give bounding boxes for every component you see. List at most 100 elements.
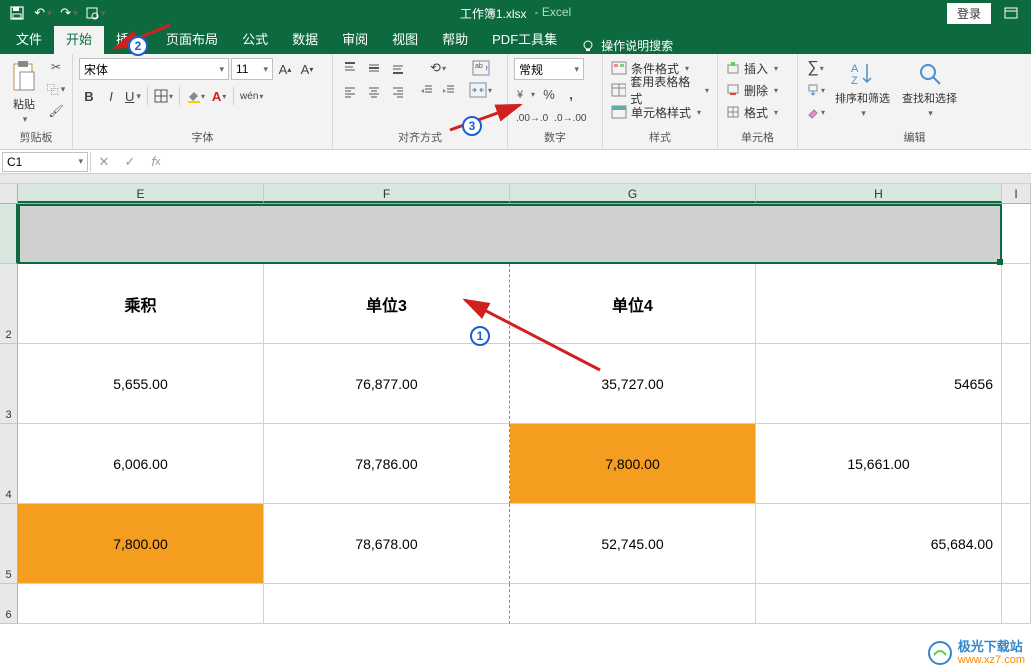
col-header-H[interactable]: H: [756, 184, 1002, 203]
bold-button[interactable]: B: [79, 86, 99, 106]
tab-help[interactable]: 帮助: [430, 23, 480, 54]
cell-styles-button[interactable]: 单元格样式: [609, 102, 711, 122]
cell-E4[interactable]: 6,006.00: [18, 424, 264, 504]
cell-E6[interactable]: [18, 584, 264, 624]
cell-G1[interactable]: [510, 204, 756, 264]
increase-decimal-button[interactable]: .00→.0: [514, 108, 550, 128]
decrease-decimal-button[interactable]: .0→.00: [552, 108, 588, 128]
login-button[interactable]: 登录: [947, 3, 991, 24]
cell-F4[interactable]: 78,786.00: [264, 424, 510, 504]
save-button[interactable]: [6, 2, 28, 24]
row-header-3[interactable]: 3: [0, 344, 18, 424]
comma-button[interactable]: ,: [561, 84, 581, 104]
copy-button[interactable]: ⿻▾: [46, 80, 66, 98]
cell-F1[interactable]: [264, 204, 510, 264]
cell-G6[interactable]: [510, 584, 756, 624]
increase-indent-button[interactable]: [439, 80, 459, 100]
sort-filter-button[interactable]: AZ 排序和筛选▾: [831, 58, 894, 121]
delete-cells-button[interactable]: 删除: [724, 80, 780, 100]
tab-layout[interactable]: 页面布局: [154, 23, 230, 54]
format-cells-button[interactable]: 格式: [724, 102, 780, 122]
increase-font-button[interactable]: A▴: [275, 59, 295, 79]
fill-color-button[interactable]: [184, 86, 207, 106]
tab-formulas[interactable]: 公式: [230, 23, 280, 54]
cell-E5[interactable]: 7,800.00: [18, 504, 264, 584]
cell-G4[interactable]: 7,800.00: [510, 424, 756, 504]
cell-G3[interactable]: 35,727.00: [510, 344, 756, 424]
cell-E3[interactable]: 5,655.00: [18, 344, 264, 424]
format-painter-button[interactable]: 🖌: [46, 102, 66, 120]
tab-home[interactable]: 开始: [54, 23, 104, 54]
cell-I5[interactable]: [1002, 504, 1031, 584]
row-header-5[interactable]: 5: [0, 504, 18, 584]
row-header-1[interactable]: [0, 204, 18, 264]
name-box[interactable]: C1▾: [2, 152, 88, 172]
cell-I4[interactable]: [1002, 424, 1031, 504]
cell-I2[interactable]: [1002, 264, 1031, 344]
worksheet[interactable]: E F G H I 2 乘积 单位3 单位4 3 5,655.00 76,877…: [0, 184, 1031, 624]
enter-formula-button[interactable]: ✓: [117, 152, 143, 172]
cut-button[interactable]: ✂: [46, 58, 66, 76]
cell-H5[interactable]: 65,684.00: [756, 504, 1002, 584]
undo-button[interactable]: ↶▾: [32, 2, 54, 24]
formula-input[interactable]: [169, 152, 1031, 172]
align-right-button[interactable]: [387, 82, 409, 102]
tab-view[interactable]: 视图: [380, 23, 430, 54]
number-format-combo[interactable]: 常规▾: [514, 58, 584, 80]
font-size-combo[interactable]: 11▾: [231, 58, 273, 80]
border-button[interactable]: [152, 86, 175, 106]
merge-center-button[interactable]: [467, 80, 494, 100]
redo-button[interactable]: ↷▾: [58, 2, 80, 24]
underline-button[interactable]: U▾: [123, 86, 143, 106]
col-header-F[interactable]: F: [264, 184, 510, 203]
format-table-button[interactable]: 套用表格格式: [609, 80, 711, 100]
cell-H2[interactable]: [756, 264, 1002, 344]
find-select-button[interactable]: 查找和选择▾: [898, 58, 961, 121]
cell-H4[interactable]: 15,661.00: [756, 424, 1002, 504]
cell-H1[interactable]: [756, 204, 1002, 264]
insert-function-button[interactable]: fx: [143, 152, 169, 172]
tell-me-search[interactable]: 操作说明搜索: [581, 37, 673, 54]
decrease-indent-button[interactable]: [417, 80, 437, 100]
row-header-4[interactable]: 4: [0, 424, 18, 504]
col-header-E[interactable]: E: [18, 184, 264, 203]
select-all-corner[interactable]: [0, 184, 18, 203]
cell-I6[interactable]: [1002, 584, 1031, 624]
cell-F5[interactable]: 78,678.00: [264, 504, 510, 584]
cell-H6[interactable]: [756, 584, 1002, 624]
ribbon-display-options-button[interactable]: [999, 3, 1023, 23]
clear-button[interactable]: [804, 102, 827, 122]
align-top-button[interactable]: [339, 58, 361, 78]
insert-cells-button[interactable]: 插入: [724, 58, 780, 78]
fill-button[interactable]: [804, 80, 827, 100]
cell-F6[interactable]: [264, 584, 510, 624]
cell-E1[interactable]: [18, 204, 264, 264]
cell-G5[interactable]: 52,745.00: [510, 504, 756, 584]
col-header-G[interactable]: G: [510, 184, 756, 203]
autosum-button[interactable]: ∑: [804, 58, 827, 78]
align-left-button[interactable]: [339, 82, 361, 102]
cancel-formula-button[interactable]: ✕: [91, 152, 117, 172]
tab-file[interactable]: 文件: [4, 23, 54, 54]
row-header-6[interactable]: 6: [0, 584, 18, 624]
cell-E2[interactable]: 乘积: [18, 264, 264, 344]
cell-F3[interactable]: 76,877.00: [264, 344, 510, 424]
font-color-button[interactable]: A: [209, 86, 229, 106]
align-bottom-button[interactable]: [387, 58, 409, 78]
percent-button[interactable]: %: [539, 84, 559, 104]
cell-G2[interactable]: 单位4: [510, 264, 756, 344]
tab-pdf[interactable]: PDF工具集: [480, 23, 569, 54]
font-name-combo[interactable]: 宋体▾: [79, 58, 229, 80]
cell-H3[interactable]: 54656: [756, 344, 1002, 424]
paste-button[interactable]: 粘贴 ▾: [6, 58, 42, 127]
italic-button[interactable]: I: [101, 86, 121, 106]
align-center-button[interactable]: [363, 82, 385, 102]
col-header-I[interactable]: I: [1002, 184, 1031, 203]
cell-I3[interactable]: [1002, 344, 1031, 424]
accounting-format-button[interactable]: ¥: [514, 84, 537, 104]
print-preview-button[interactable]: ▾: [84, 2, 106, 24]
decrease-font-button[interactable]: A▾: [297, 59, 317, 79]
orientation-button[interactable]: ⟲: [417, 58, 459, 78]
cell-I1[interactable]: [1002, 204, 1031, 264]
align-middle-button[interactable]: [363, 58, 385, 78]
